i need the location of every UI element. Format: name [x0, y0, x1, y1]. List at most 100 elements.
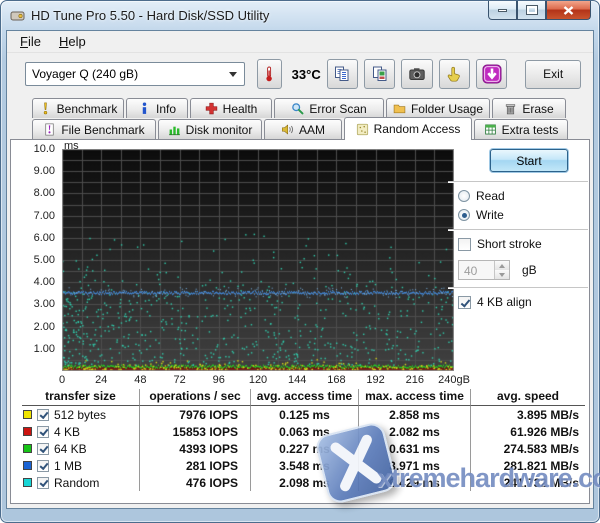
- max-access-value: 0.631 ms: [358, 440, 470, 457]
- x-tick-label: 240gB: [438, 374, 470, 386]
- pointer-hand-button[interactable]: [439, 59, 470, 89]
- titlebar[interactable]: HD Tune Pro 5.50 - Hard Disk/SSD Utility: [1, 1, 599, 30]
- menu-bar: File Help: [7, 31, 593, 53]
- radio-circle: [458, 209, 470, 221]
- camera-icon: [408, 65, 426, 83]
- pointer-hand-icon: [445, 65, 463, 83]
- series-checkbox[interactable]: [37, 443, 49, 455]
- folder-usage-icon: [393, 102, 406, 115]
- write-radio[interactable]: Write: [458, 208, 588, 222]
- tab-label: Erase: [522, 102, 553, 116]
- y-tick-label: 8.00: [11, 187, 55, 199]
- minimize-button[interactable]: [488, 1, 517, 20]
- table-row: 64 KB 4393 IOPS 0.227 ms 0.631 ms 274.58…: [22, 440, 585, 457]
- stepper-buttons[interactable]: [494, 261, 509, 279]
- stepper-up-button[interactable]: [495, 261, 509, 270]
- copy-text-button[interactable]: [327, 59, 358, 89]
- tab-aam[interactable]: AAM: [264, 119, 342, 139]
- series-label: 4 KB: [54, 425, 80, 439]
- tab-erase[interactable]: Erase: [492, 98, 566, 118]
- align-checkbox[interactable]: 4 KB align: [458, 295, 588, 309]
- tab-label: Benchmark: [57, 102, 118, 116]
- max-access-value: 2.858 ms: [358, 406, 470, 423]
- series-checkbox[interactable]: [37, 460, 49, 472]
- ops-value: 15853 IOPS: [139, 423, 250, 440]
- avg-speed-value: 3.895 MB/s: [470, 406, 585, 423]
- close-button[interactable]: [546, 1, 591, 20]
- series-checkbox[interactable]: [37, 477, 49, 489]
- y-tick-label: 6.00: [11, 232, 55, 244]
- copy-image-button[interactable]: [364, 59, 395, 89]
- tab-file-benchmark[interactable]: File Benchmark: [32, 119, 156, 139]
- avg-access-value: 2.098 ms: [250, 474, 358, 491]
- maximize-button[interactable]: [517, 1, 546, 20]
- series-color-swatch: [23, 410, 32, 419]
- tab-extra-tests[interactable]: Extra tests: [474, 119, 568, 139]
- tab-error-scan[interactable]: Error Scan: [274, 98, 384, 118]
- x-tick-label: 48: [134, 374, 146, 386]
- close-icon: [563, 6, 574, 15]
- series-label: 512 bytes: [54, 408, 106, 422]
- drive-select-value: Voyager Q (240 gB): [32, 67, 138, 81]
- read-radio[interactable]: Read: [458, 189, 588, 203]
- screenshot-button[interactable]: [401, 59, 432, 89]
- avg-speed-value: 61.926 MB/s: [470, 423, 585, 440]
- radio-circle: [458, 190, 470, 202]
- stroke-size-stepper[interactable]: 40: [458, 260, 510, 280]
- y-tick-label: 1.00: [11, 343, 55, 355]
- series-color-swatch: [23, 478, 32, 487]
- max-access-value: 6.429 ms: [358, 474, 470, 491]
- tab-random-access[interactable]: Random Access: [344, 117, 472, 140]
- results-table: transfer size operations / sec avg. acce…: [22, 389, 585, 491]
- arrow-up-icon: [499, 264, 505, 268]
- series-checkbox[interactable]: [37, 409, 49, 421]
- tab-label: Random Access: [374, 122, 461, 136]
- column-header-transfer-size: transfer size: [22, 389, 139, 406]
- x-tick-label: 24: [95, 374, 107, 386]
- ops-value: 476 IOPS: [139, 474, 250, 491]
- x-tick-label: 168: [327, 374, 345, 386]
- ops-value: 4393 IOPS: [139, 440, 250, 457]
- app-window: HD Tune Pro 5.50 - Hard Disk/SSD Utility…: [0, 0, 600, 523]
- tab-folder-usage[interactable]: Folder Usage: [386, 98, 490, 118]
- series-label: 64 KB: [54, 442, 87, 456]
- info-icon: [138, 102, 151, 115]
- table-header-row: transfer size operations / sec avg. acce…: [22, 389, 585, 406]
- tab-label: File Benchmark: [61, 123, 144, 137]
- y-tick-label: 10.0: [11, 143, 55, 155]
- series-checkbox[interactable]: [37, 426, 49, 438]
- arrow-down-icon: [499, 273, 505, 277]
- column-header-max-access: max. access time: [358, 389, 470, 406]
- tab-benchmark[interactable]: Benchmark: [32, 98, 124, 118]
- speaker-icon: [281, 123, 294, 136]
- temperature-value: 33°C: [292, 67, 321, 82]
- chevron-down-icon: [229, 72, 237, 77]
- download-button[interactable]: [476, 59, 507, 89]
- health-icon: [205, 102, 218, 115]
- temperature-button[interactable]: [257, 59, 282, 89]
- start-button[interactable]: Start: [490, 149, 568, 172]
- stepper-down-button[interactable]: [495, 270, 509, 279]
- drive-select[interactable]: Voyager Q (240 gB): [25, 62, 245, 86]
- x-tick-label: 144: [288, 374, 306, 386]
- short-stroke-label: Short stroke: [477, 237, 542, 251]
- minimize-icon: [498, 9, 507, 12]
- series-color-swatch: [23, 461, 32, 470]
- short-stroke-checkbox[interactable]: Short stroke: [458, 237, 588, 251]
- tab-info[interactable]: Info: [126, 98, 188, 118]
- menu-help[interactable]: Help: [50, 32, 95, 51]
- tab-disk-monitor[interactable]: Disk monitor: [158, 119, 262, 139]
- avg-access-value: 0.125 ms: [250, 406, 358, 423]
- erase-icon: [504, 102, 517, 115]
- thermometer-icon: [261, 65, 277, 83]
- exit-button[interactable]: Exit: [525, 60, 581, 89]
- max-access-value: 2.082 ms: [358, 423, 470, 440]
- tab-health[interactable]: Health: [190, 98, 272, 118]
- y-tick-label: 2.00: [11, 321, 55, 333]
- x-tick-label: 216: [406, 374, 424, 386]
- checkbox-box: [458, 238, 471, 251]
- read-radio-label: Read: [476, 189, 505, 203]
- stroke-size-value: 40: [459, 261, 494, 279]
- avg-speed-value: 241.732 MB/s: [470, 474, 585, 491]
- menu-file[interactable]: File: [11, 32, 50, 51]
